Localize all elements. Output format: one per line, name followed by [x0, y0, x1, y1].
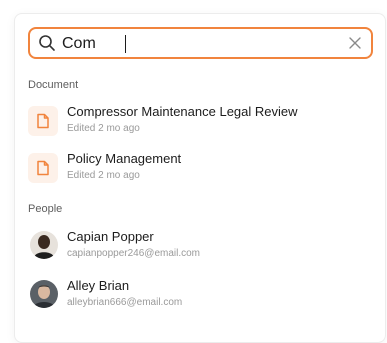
avatar	[30, 231, 58, 259]
person-name: Alley Brian	[67, 278, 130, 293]
document-edited: Edited 2 mo ago	[67, 170, 140, 181]
person-email: capianpopper246@email.com	[67, 248, 201, 259]
list-item-document[interactable]: Policy Management Edited 2 mo ago	[28, 149, 358, 187]
person-email: alleybrian666@email.com	[67, 297, 183, 308]
text-cursor	[125, 35, 126, 53]
search-icon	[39, 35, 55, 51]
section-label-document: Document	[28, 79, 79, 91]
document-edited: Edited 2 mo ago	[67, 123, 140, 134]
document-title: Policy Management	[67, 151, 182, 166]
avatar	[30, 280, 58, 308]
section-label-people: People	[28, 203, 63, 215]
person-name: Capian Popper	[67, 229, 154, 244]
document-icon	[28, 153, 58, 183]
search-field[interactable]	[28, 27, 373, 59]
document-title: Compressor Maintenance Legal Review	[67, 104, 298, 119]
list-item-document[interactable]: Compressor Maintenance Legal Review Edit…	[28, 102, 358, 140]
list-item-person[interactable]: Capian Popper capianpopper246@email.com	[28, 227, 358, 265]
close-icon[interactable]	[347, 35, 363, 51]
document-icon	[28, 106, 58, 136]
search-input[interactable]	[62, 33, 332, 55]
list-item-person[interactable]: Alley Brian alleybrian666@email.com	[28, 276, 358, 314]
